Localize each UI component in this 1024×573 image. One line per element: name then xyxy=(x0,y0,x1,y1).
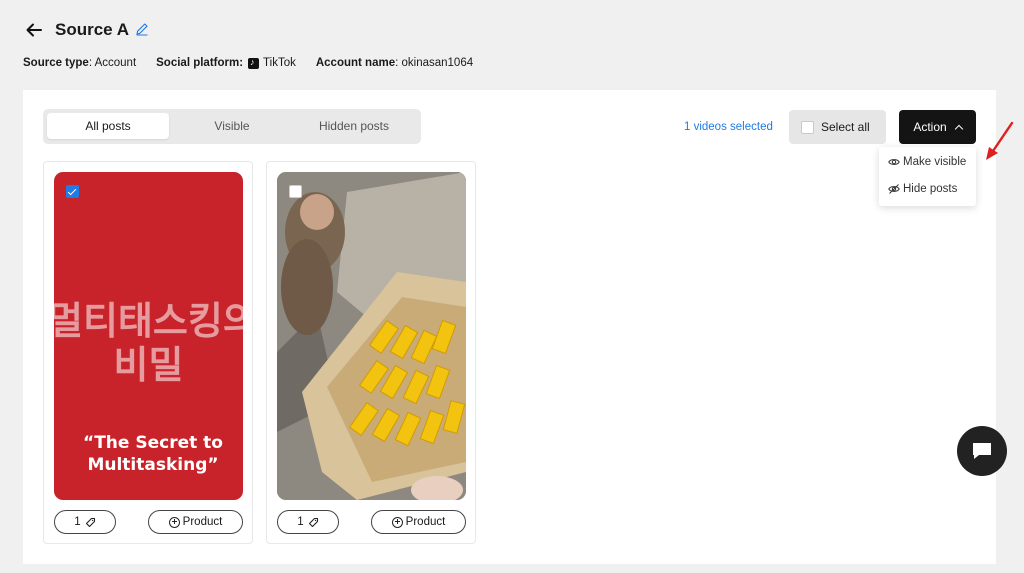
product-label: Product xyxy=(182,516,223,528)
tab-hidden-posts[interactable]: Hidden posts xyxy=(293,113,415,139)
post-card[interactable]: 1 Product xyxy=(266,161,476,544)
chevron-up-icon xyxy=(954,124,963,134)
tag-icon xyxy=(308,517,318,527)
tag-count: 1 xyxy=(297,516,304,528)
source-meta: Source type : Account Social platform: T… xyxy=(23,56,493,70)
tag-count-button[interactable]: 1 xyxy=(277,510,339,534)
edit-pencil-icon[interactable] xyxy=(135,22,149,36)
source-type-value: : Account xyxy=(88,57,137,69)
action-button[interactable]: Action xyxy=(899,110,976,144)
hide-posts-item[interactable]: Hide posts xyxy=(888,181,957,197)
tag-icon xyxy=(85,517,95,527)
post-filter-tabs: All posts Visible Hidden posts xyxy=(43,109,421,144)
add-product-button[interactable]: Product xyxy=(371,510,466,534)
tiktok-icon xyxy=(248,57,260,69)
selected-count: 1 videos selected xyxy=(684,121,773,133)
add-product-button[interactable]: Product xyxy=(148,510,243,534)
monkey-box-photo xyxy=(277,172,466,500)
product-label: Product xyxy=(405,516,446,528)
eye-off-icon xyxy=(888,184,900,194)
select-all-label: Select all xyxy=(821,120,870,134)
tab-all-posts[interactable]: All posts xyxy=(47,113,169,139)
hide-posts-label: Hide posts xyxy=(903,183,958,195)
posts-panel: All posts Visible Hidden posts 1 videos … xyxy=(23,90,996,564)
account-name: Account name : okinasan1064 xyxy=(316,56,473,70)
page-title: Source A xyxy=(55,20,130,39)
select-all-button[interactable]: Select all xyxy=(789,110,886,144)
red-annotation-arrow-icon xyxy=(986,121,1014,160)
social-platform: Social platform: TikTok xyxy=(156,56,296,70)
platform-value: TikTok xyxy=(263,57,296,69)
tag-count: 1 xyxy=(74,516,81,528)
chat-bubble-button[interactable] xyxy=(957,426,1007,476)
action-label: Action xyxy=(913,120,947,134)
source-type: Source type : Account xyxy=(23,56,136,70)
post-thumbnail[interactable] xyxy=(277,172,466,500)
post-thumbnail[interactable]: 멀티태스킹의 비밀 “The Secret to Multitasking” xyxy=(54,172,243,500)
post-checkbox[interactable] xyxy=(66,185,79,198)
account-label: Account name xyxy=(315,57,396,69)
post-checkbox[interactable] xyxy=(289,185,302,198)
chat-icon xyxy=(973,443,991,459)
platform-label: Social platform: xyxy=(156,57,244,69)
back-arrow-icon[interactable] xyxy=(24,20,44,40)
page-header: Source A Source type : Account Social pl… xyxy=(0,0,1024,90)
tab-visible[interactable]: Visible xyxy=(171,113,293,139)
make-visible-item[interactable]: Make visible xyxy=(888,154,966,170)
thumbnail-text-line2: 비밀 xyxy=(113,343,184,387)
post-card[interactable]: 멀티태스킹의 비밀 “The Secret to Multitasking” 1… xyxy=(43,161,253,544)
plus-circle-icon xyxy=(168,516,180,528)
select-all-checkbox[interactable] xyxy=(801,120,814,134)
source-type-label: Source type xyxy=(23,57,89,69)
tag-count-button[interactable]: 1 xyxy=(54,510,116,534)
thumbnail-caption: “The Secret to Multitasking” xyxy=(83,433,223,475)
plus-circle-icon xyxy=(391,516,403,528)
eye-icon xyxy=(888,159,900,165)
action-dropdown: Make visible Hide posts xyxy=(879,147,976,206)
make-visible-label: Make visible xyxy=(903,156,967,168)
account-value: : okinasan1064 xyxy=(395,57,474,69)
thumbnail-text-line1: 멀티태스킹의 xyxy=(54,299,243,343)
